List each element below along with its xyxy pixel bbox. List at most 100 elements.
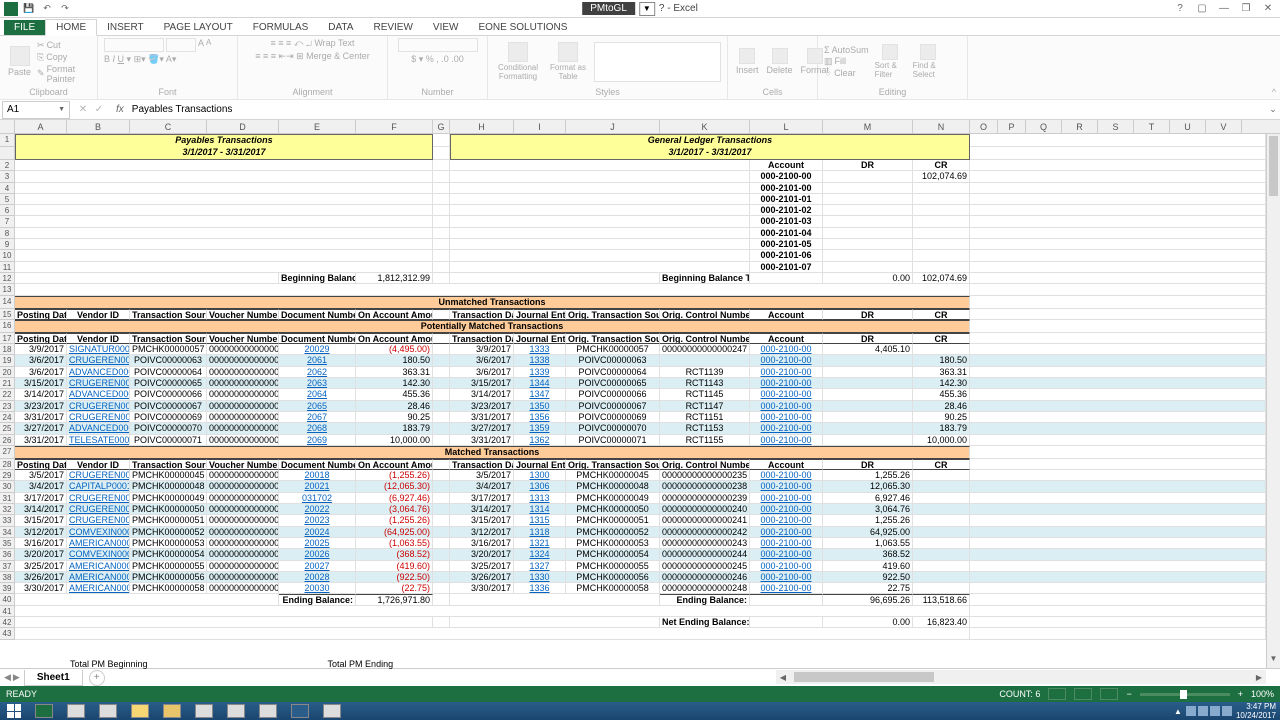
- name-box[interactable]: A1▼: [2, 101, 70, 119]
- cell[interactable]: POIVC00000066: [566, 389, 660, 400]
- cell[interactable]: [433, 412, 450, 423]
- cell[interactable]: 3/31/2017: [15, 412, 67, 423]
- cell[interactable]: 000-2100-00: [750, 389, 823, 400]
- cell[interactable]: [433, 549, 450, 560]
- cell[interactable]: [913, 470, 970, 481]
- cell[interactable]: 2063: [279, 378, 356, 389]
- cell[interactable]: 3/15/2017: [15, 515, 67, 526]
- cell[interactable]: Payables Transactions: [15, 134, 433, 147]
- cell[interactable]: [823, 412, 913, 423]
- cell[interactable]: 2062: [279, 367, 356, 378]
- cell[interactable]: [970, 262, 1266, 273]
- cell[interactable]: [15, 228, 433, 239]
- grid-row[interactable]: 7000-2101-03: [0, 216, 1266, 227]
- cell[interactable]: 1333: [514, 344, 566, 355]
- cell[interactable]: [450, 617, 660, 628]
- cell[interactable]: [15, 183, 433, 194]
- restore-icon[interactable]: ❐: [1238, 2, 1254, 16]
- undo-icon[interactable]: ↶: [40, 2, 54, 16]
- row-header[interactable]: 20: [0, 367, 15, 378]
- grid-row[interactable]: 1Payables TransactionsGeneral Ledger Tra…: [0, 134, 1266, 147]
- cell[interactable]: Posting Date: [15, 459, 67, 470]
- cell[interactable]: PMCHK00000045: [566, 470, 660, 481]
- cell[interactable]: 3/4/2017: [450, 481, 514, 492]
- cell[interactable]: 0.00: [823, 617, 913, 628]
- cell[interactable]: POIVC00000064: [566, 367, 660, 378]
- taskbar-app-icon[interactable]: [156, 702, 188, 720]
- cell[interactable]: 3/20/2017: [15, 549, 67, 560]
- grid-row[interactable]: 393/30/2017AMERICAN0001PMCHK000000580000…: [0, 583, 1266, 594]
- cell[interactable]: CRUGEREN0001: [67, 378, 130, 389]
- cell[interactable]: [450, 273, 660, 284]
- cell[interactable]: 00000000000000241: [207, 515, 279, 526]
- grid-row[interactable]: 5000-2101-01: [0, 194, 1266, 205]
- zoom-out-icon[interactable]: −: [1126, 689, 1131, 699]
- cell[interactable]: 00000000000000245: [207, 561, 279, 572]
- cell[interactable]: 1,063.55: [823, 538, 913, 549]
- cell[interactable]: 3/23/2017: [15, 401, 67, 412]
- cell[interactable]: 368.52: [823, 549, 913, 560]
- cell[interactable]: 96,695.26: [823, 594, 913, 605]
- cell[interactable]: RCT1151: [660, 412, 750, 423]
- tray-icon[interactable]: [1198, 706, 1208, 716]
- cell[interactable]: Account: [750, 160, 823, 171]
- cell[interactable]: 3/23/2017: [450, 401, 514, 412]
- cell[interactable]: 00000000000000240: [207, 504, 279, 515]
- row-header[interactable]: 22: [0, 389, 15, 400]
- cell[interactable]: 3/14/2017: [450, 504, 514, 515]
- row-header[interactable]: 31: [0, 493, 15, 504]
- cell[interactable]: 00000000000000239: [207, 493, 279, 504]
- cell[interactable]: [823, 216, 913, 227]
- cell[interactable]: [433, 561, 450, 572]
- cell[interactable]: RCT1155: [660, 435, 750, 446]
- grid-row[interactable]: 253/27/2017ADVANCED0001POIVC000000700000…: [0, 423, 1266, 434]
- zoom-in-icon[interactable]: +: [1238, 689, 1243, 699]
- cell[interactable]: POIVC00000070: [566, 423, 660, 434]
- cell[interactable]: 922.50: [823, 572, 913, 583]
- grid-row[interactable]: 193/6/2017CRUGEREN0001POIVC0000006300000…: [0, 355, 1266, 366]
- cell[interactable]: [970, 344, 1266, 355]
- cell[interactable]: 3/9/2017: [450, 344, 514, 355]
- dropdown-arrow-icon[interactable]: ▼: [639, 2, 655, 16]
- col-header[interactable]: A: [15, 120, 67, 133]
- cell[interactable]: Transaction Source: [130, 333, 207, 344]
- cell[interactable]: 142.30: [913, 378, 970, 389]
- cell[interactable]: On Account Amount: [356, 333, 433, 344]
- cell[interactable]: POIVC00000064: [130, 367, 207, 378]
- cell[interactable]: [823, 194, 913, 205]
- cancel-formula-icon[interactable]: ✕: [76, 104, 90, 115]
- cell[interactable]: 142.30: [356, 378, 433, 389]
- cell[interactable]: COMVEXIN0001: [67, 527, 130, 538]
- cell[interactable]: [970, 216, 1266, 227]
- cell[interactable]: 00000000000000247: [207, 344, 279, 355]
- page-break-view-icon[interactable]: [1100, 688, 1118, 700]
- col-header[interactable]: T: [1134, 120, 1170, 133]
- cell[interactable]: CR: [913, 160, 970, 171]
- cell[interactable]: [15, 273, 279, 284]
- cell[interactable]: 3/14/2017: [450, 389, 514, 400]
- row-header[interactable]: 18: [0, 344, 15, 355]
- cell[interactable]: 180.50: [913, 355, 970, 366]
- format-as-table-button[interactable]: Format as Table: [546, 40, 590, 83]
- redo-icon[interactable]: ↷: [58, 2, 72, 16]
- cell[interactable]: 90.25: [356, 412, 433, 423]
- row-header[interactable]: 19: [0, 355, 15, 366]
- cell[interactable]: [970, 446, 1266, 459]
- cell[interactable]: 2065: [279, 401, 356, 412]
- system-clock[interactable]: 3:47 PM10/24/2017: [1236, 702, 1276, 720]
- cell[interactable]: (64,925.00): [356, 527, 433, 538]
- cell[interactable]: [970, 205, 1266, 216]
- cell[interactable]: CRUGEREN0001: [67, 355, 130, 366]
- cell[interactable]: [15, 205, 433, 216]
- show-hidden-icons[interactable]: ▲: [1174, 707, 1182, 716]
- cell[interactable]: 3/1/2017 - 3/31/2017: [450, 147, 970, 160]
- grid-row[interactable]: 203/6/2017ADVANCED0001POIVC0000006400000…: [0, 367, 1266, 378]
- cell[interactable]: Journal Entry: [514, 309, 566, 320]
- scroll-thumb[interactable]: [1269, 136, 1278, 196]
- cell[interactable]: Vendor ID: [67, 309, 130, 320]
- cell[interactable]: [823, 171, 913, 182]
- col-header[interactable]: R: [1062, 120, 1098, 133]
- grid-row[interactable]: 14Unmatched Transactions: [0, 296, 1266, 309]
- row-header[interactable]: 14: [0, 296, 15, 309]
- cell[interactable]: CRUGEREN0001: [67, 401, 130, 412]
